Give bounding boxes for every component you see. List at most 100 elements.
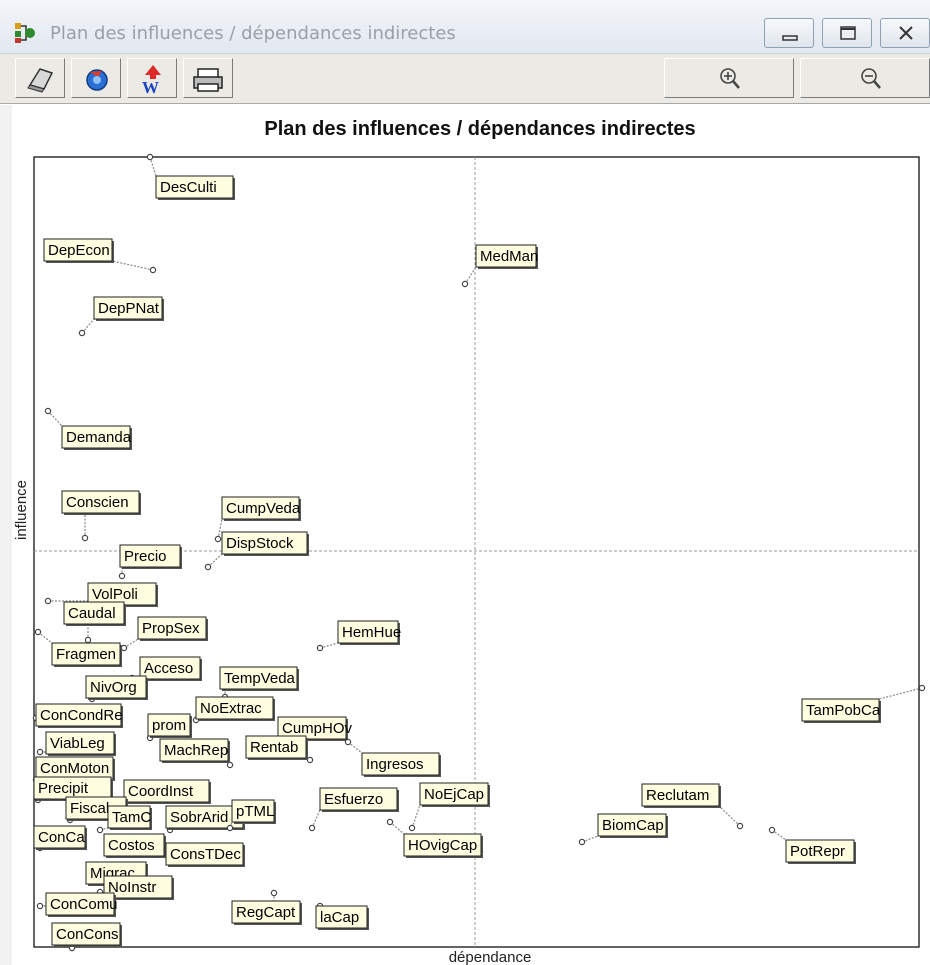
point-marker	[84, 636, 92, 644]
point-label: DesCulti	[160, 179, 217, 196]
point-label: TempVeda	[224, 670, 296, 687]
point-label: Demanda	[66, 429, 132, 446]
point-rentab[interactable]: Rentab	[245, 735, 314, 764]
point-label: PropSex	[142, 620, 200, 637]
point-constdec[interactable]: ConsTDec	[165, 842, 245, 867]
point-hemhue[interactable]: HemHue	[316, 620, 401, 652]
point-concondre[interactable]: ConCondRe	[32, 703, 123, 728]
point-propsex[interactable]: PropSex	[120, 616, 208, 652]
point-precio[interactable]: Precio	[118, 544, 182, 580]
point-marker	[386, 818, 394, 826]
point-label: Caudal	[68, 605, 116, 622]
point-marker	[344, 738, 352, 746]
point-label: Precipit	[38, 780, 89, 797]
point-concomu[interactable]: ConComu	[36, 892, 118, 917]
point-fragmen[interactable]: Fragmen	[34, 628, 122, 667]
point-label: ViabLeg	[50, 735, 105, 752]
point-marker	[120, 644, 128, 652]
point-biomcap[interactable]: BiomCap	[578, 813, 668, 846]
point-label: DispStock	[226, 535, 294, 552]
point-marker	[204, 563, 212, 571]
point-marker	[44, 597, 52, 605]
point-label: MachRep	[164, 742, 228, 759]
points-layer: DesCulti DepEcon MedMan DepPNat Demanda Consc…	[32, 153, 926, 952]
point-label: ConsTDec	[170, 846, 241, 863]
point-label: DepPNat	[98, 300, 160, 317]
leader-line	[111, 260, 154, 271]
point-demanda[interactable]: Demanda	[44, 407, 132, 450]
point-caudal[interactable]: Caudal	[63, 601, 126, 644]
point-costos[interactable]: Costos	[103, 833, 166, 859]
point-desculti[interactable]: DesCulti	[146, 153, 235, 200]
point-label: ConMoton	[40, 760, 109, 777]
point-marker	[226, 824, 234, 832]
point-marker	[226, 761, 234, 769]
leader-line	[411, 804, 421, 829]
point-label: pTML	[236, 803, 274, 820]
point-marker	[81, 534, 89, 542]
point-marker	[149, 266, 157, 274]
point-marker	[306, 756, 314, 764]
point-deppnat[interactable]: DepPNat	[78, 296, 164, 337]
point-label: prom	[152, 717, 186, 734]
point-marker	[270, 889, 278, 897]
point-label: HOvigCap	[408, 837, 477, 854]
point-esfuerzo[interactable]: Esfuerzo	[308, 787, 399, 832]
point-label: NoEjCap	[424, 786, 484, 803]
point-label: Fragmen	[56, 646, 116, 663]
point-label: laCap	[320, 909, 359, 926]
point-label: BiomCap	[602, 817, 664, 834]
scatter-plot: dépendance influence DesCulti DepEcon MedM…	[13, 153, 926, 965]
point-marker	[44, 407, 52, 415]
point-label: SobrArid	[170, 809, 228, 826]
point-machrep[interactable]: MachRep	[159, 738, 234, 769]
x-axis-label: dépendance	[449, 949, 532, 965]
point-viableg[interactable]: ViabLeg	[36, 731, 116, 756]
point-marker	[461, 280, 469, 288]
point-label: HemHue	[342, 624, 401, 641]
point-label: Fiscal	[70, 800, 109, 817]
point-conca[interactable]: ConCa	[33, 825, 87, 852]
point-prom[interactable]: prom	[146, 713, 192, 742]
point-noejcap[interactable]: NoEjCap	[408, 782, 490, 832]
point-medman[interactable]: MedMan	[461, 244, 538, 288]
y-axis-label: influence	[13, 480, 30, 540]
point-marker	[316, 644, 324, 652]
point-concons[interactable]: ConCons	[51, 922, 122, 952]
point-ingresos[interactable]: Ingresos	[344, 738, 441, 777]
point-noextrac[interactable]: NoExtrac	[192, 696, 275, 724]
point-marker	[768, 826, 776, 834]
point-label: ConCons	[56, 926, 119, 943]
point-coordinst[interactable]: CoordInst	[116, 779, 211, 804]
app-window: Plan des influences / dépendances indire…	[0, 0, 930, 965]
point-marker	[308, 824, 316, 832]
point-marker	[96, 826, 104, 834]
point-regcapt[interactable]: RegCapt	[231, 889, 302, 925]
point-label: DepEcon	[48, 242, 110, 259]
point-label: NoInstr	[108, 879, 156, 896]
point-conscien[interactable]: Conscien	[61, 490, 141, 542]
point-label: CumpHOv	[282, 720, 353, 737]
point-marker	[214, 535, 222, 543]
point-tampobca[interactable]: TamPobCa	[801, 684, 926, 723]
point-marker	[78, 329, 86, 337]
point-depecon[interactable]: DepEcon	[43, 238, 157, 274]
point-hovigcap[interactable]: HOvigCap	[386, 818, 483, 858]
point-label: CoordInst	[128, 783, 194, 800]
point-potrepr[interactable]: PotRepr	[768, 826, 856, 864]
point-label: VolPoli	[92, 586, 138, 603]
point-label: MedMan	[480, 248, 538, 265]
point-label: NivOrg	[90, 679, 137, 696]
point-label: Conscien	[66, 494, 129, 511]
point-label: Ingresos	[366, 756, 424, 773]
point-nivorg[interactable]: NivOrg	[85, 675, 148, 703]
point-lacap[interactable]: laCap	[315, 902, 369, 930]
point-label: PotRepr	[790, 843, 845, 860]
point-label: Reclutam	[646, 787, 709, 804]
point-label: Esfuerzo	[324, 791, 383, 808]
point-label: NoExtrac	[200, 700, 262, 717]
point-marker	[918, 684, 926, 692]
point-marker	[146, 153, 154, 161]
point-label: ConComu	[50, 896, 118, 913]
point-tempveda[interactable]: TempVeda	[219, 666, 299, 701]
